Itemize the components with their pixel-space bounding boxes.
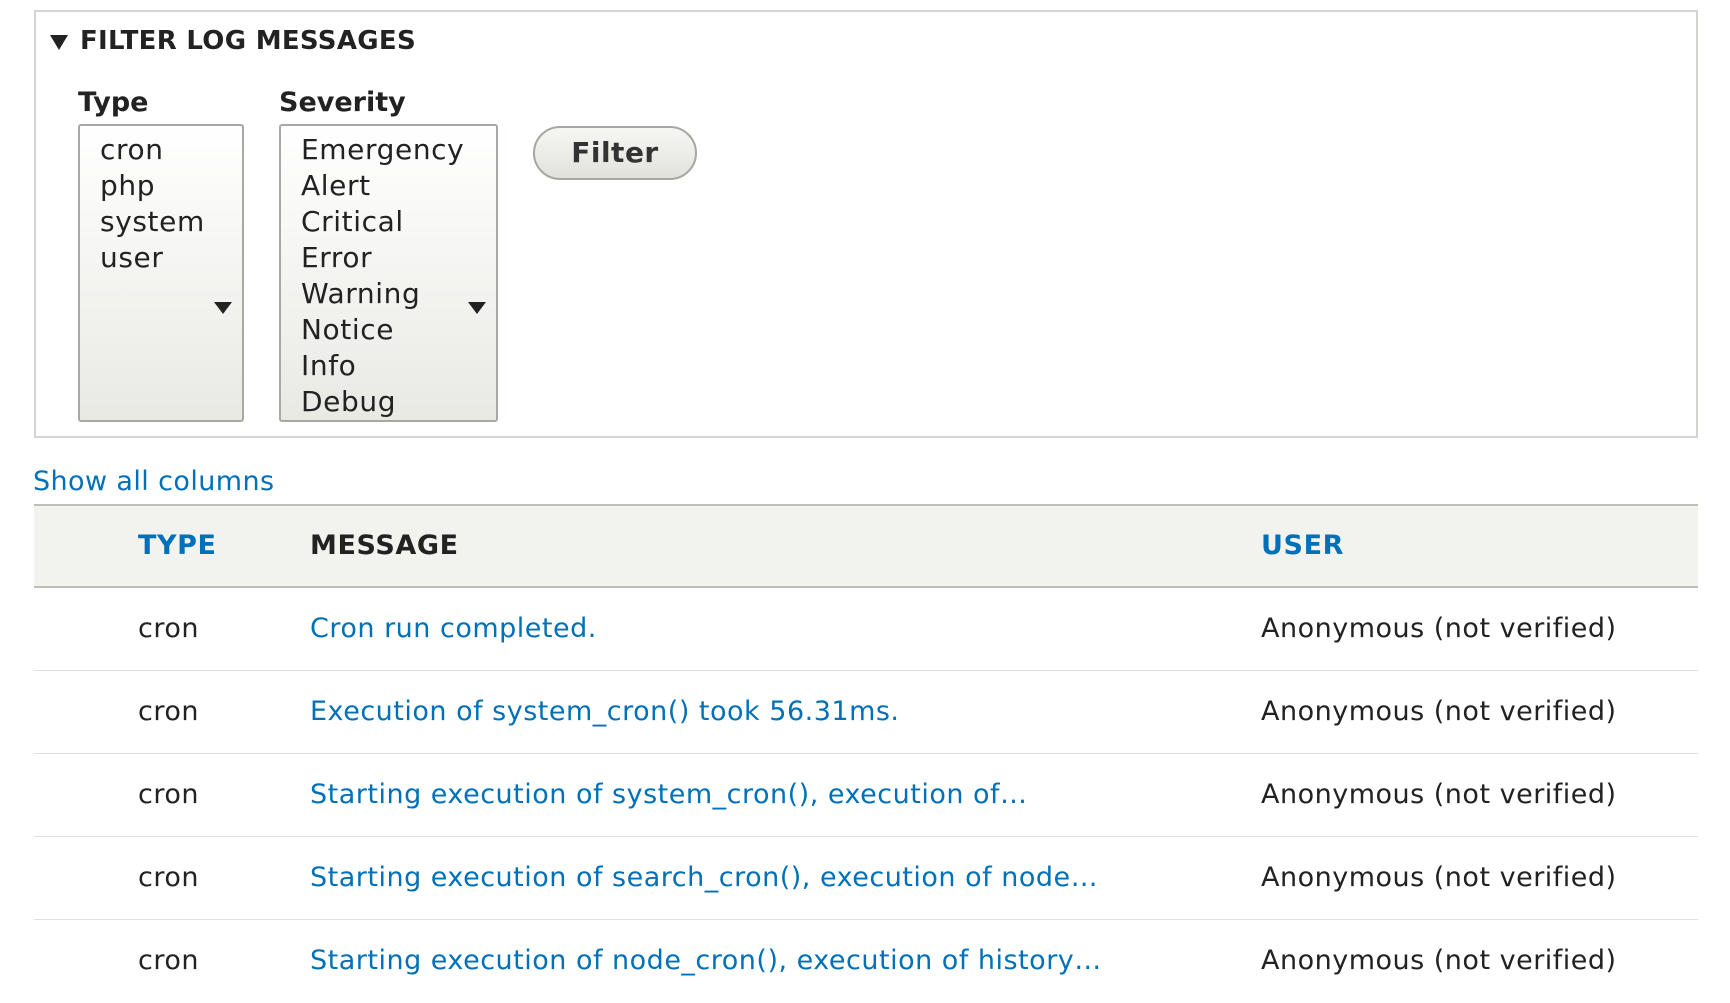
type-option-user[interactable]: user bbox=[80, 240, 242, 276]
severity-option-critical[interactable]: Critical bbox=[281, 204, 496, 240]
table-row: cron Starting execution of node_cron(), … bbox=[34, 920, 1698, 1003]
severity-option-info[interactable]: Info bbox=[281, 348, 496, 384]
column-header-type[interactable]: TYPE bbox=[138, 506, 217, 586]
type-select[interactable]: cron php system user bbox=[78, 124, 244, 422]
column-header-message: MESSAGE bbox=[310, 530, 459, 561]
table-row: cron Starting execution of search_cron()… bbox=[34, 837, 1698, 920]
log-messages-table: TYPE MESSAGE USER cron Cron run complete… bbox=[34, 504, 1698, 1003]
row-message-link[interactable]: Execution of system_cron() took 56.31ms. bbox=[310, 671, 900, 753]
severity-label: Severity bbox=[279, 87, 406, 118]
type-label: Type bbox=[78, 87, 149, 118]
row-message-link[interactable]: Starting execution of node_cron(), execu… bbox=[310, 920, 1102, 1002]
severity-option-alert[interactable]: Alert bbox=[281, 168, 496, 204]
severity-option-debug[interactable]: Debug bbox=[281, 384, 496, 420]
show-all-columns-link[interactable]: Show all columns bbox=[33, 466, 274, 497]
select-arrow-down-icon bbox=[214, 302, 232, 314]
severity-option-emergency[interactable]: Emergency bbox=[281, 132, 496, 168]
filter-legend-title: FILTER LOG MESSAGES bbox=[80, 26, 416, 56]
severity-select[interactable]: Emergency Alert Critical Error Warning N… bbox=[279, 124, 498, 422]
severity-option-error[interactable]: Error bbox=[281, 240, 496, 276]
type-option-cron[interactable]: cron bbox=[80, 132, 242, 168]
triangle-down-icon bbox=[50, 34, 68, 50]
column-header-user[interactable]: USER bbox=[1261, 506, 1344, 586]
row-user: Anonymous (not verified) bbox=[1261, 696, 1617, 727]
filter-button[interactable]: Filter bbox=[533, 126, 697, 180]
row-type: cron bbox=[138, 613, 199, 644]
filter-fieldset: FILTER LOG MESSAGES Type cron php system… bbox=[34, 10, 1698, 438]
row-message-link[interactable]: Starting execution of search_cron(), exe… bbox=[310, 837, 1098, 919]
row-type: cron bbox=[138, 945, 199, 976]
select-arrow-down-icon bbox=[468, 302, 486, 314]
table-header: TYPE MESSAGE USER bbox=[34, 504, 1698, 588]
type-option-system[interactable]: system bbox=[80, 204, 242, 240]
row-message-link[interactable]: Starting execution of system_cron(), exe… bbox=[310, 754, 1028, 836]
severity-form-item: Severity Emergency Alert Critical Error … bbox=[279, 86, 498, 422]
row-user: Anonymous (not verified) bbox=[1261, 779, 1617, 810]
table-row: cron Starting execution of system_cron()… bbox=[34, 754, 1698, 837]
row-user: Anonymous (not verified) bbox=[1261, 945, 1617, 976]
row-type: cron bbox=[138, 862, 199, 893]
type-option-php[interactable]: php bbox=[80, 168, 242, 204]
severity-option-warning[interactable]: Warning bbox=[281, 276, 496, 312]
row-type: cron bbox=[138, 696, 199, 727]
table-row: cron Execution of system_cron() took 56.… bbox=[34, 671, 1698, 754]
row-user: Anonymous (not verified) bbox=[1261, 613, 1617, 644]
severity-option-notice[interactable]: Notice bbox=[281, 312, 496, 348]
row-type: cron bbox=[138, 779, 199, 810]
type-form-item: Type cron php system user bbox=[78, 86, 244, 422]
row-user: Anonymous (not verified) bbox=[1261, 862, 1617, 893]
row-message-link[interactable]: Cron run completed. bbox=[310, 588, 597, 670]
table-row: cron Cron run completed. Anonymous (not … bbox=[34, 588, 1698, 671]
filter-legend-toggle[interactable]: FILTER LOG MESSAGES bbox=[50, 26, 416, 56]
